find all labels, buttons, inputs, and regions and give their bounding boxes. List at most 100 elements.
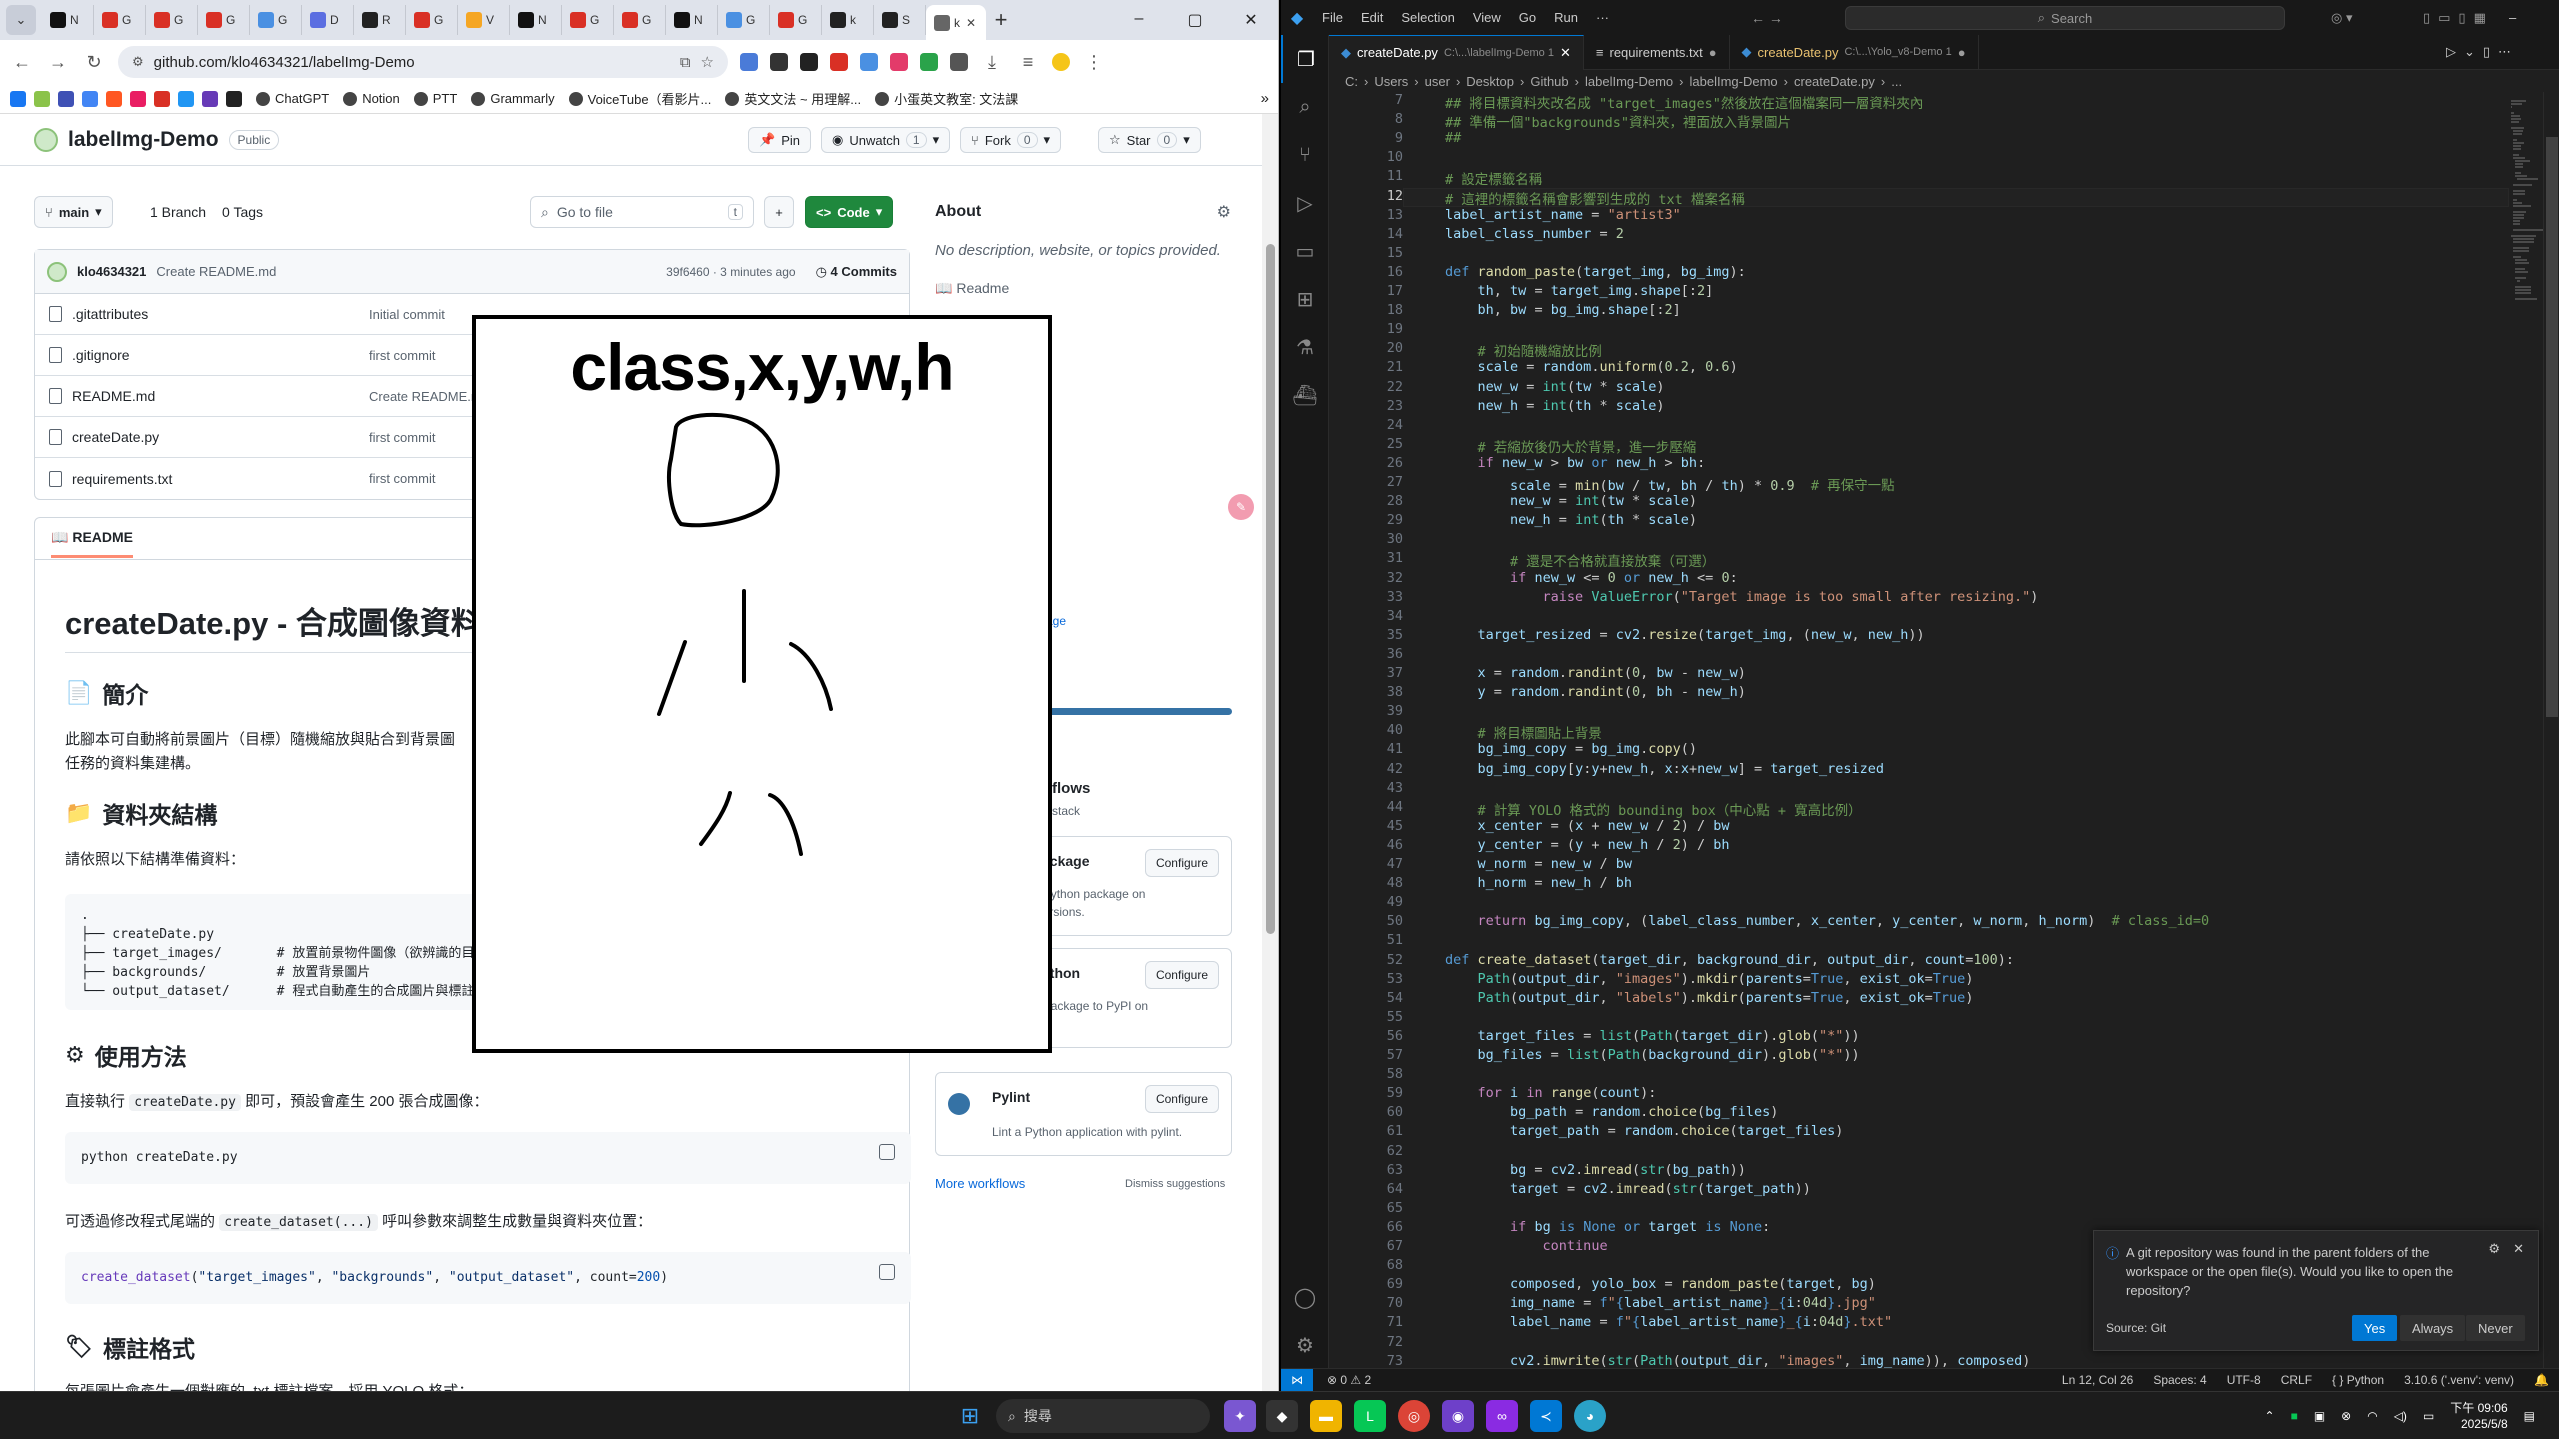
code-line[interactable]: x_center = (x + new_w / 2) / bw <box>1445 818 1730 834</box>
code-line[interactable]: bg_img_copy[y:y+new_h, x:x+new_w] = targ… <box>1445 761 1885 777</box>
breadcrumb-item[interactable]: Desktop <box>1466 74 1514 89</box>
star-button[interactable]: ☆ Star 0 ▾ <box>1098 127 1201 153</box>
tab-8[interactable]: V <box>458 5 510 35</box>
unwatch-button[interactable]: ◉ Unwatch 1 ▾ <box>821 127 951 153</box>
go-to-file-input[interactable]: ⌕ Go to file t <box>530 196 754 228</box>
file-commit-message[interactable]: Initial commit <box>369 307 445 322</box>
minimize-button[interactable]: – <box>2509 10 2516 25</box>
file-name[interactable]: requirements.txt <box>72 471 172 487</box>
vscode-taskbar-icon[interactable]: ≺ <box>1530 1400 1562 1432</box>
layout-icons[interactable]: ▯▭▯▦ <box>2423 10 2494 26</box>
code-line[interactable]: if bg is None or target is None: <box>1445 1219 1770 1235</box>
copilot-taskbar-icon[interactable]: ✦ <box>1224 1400 1256 1432</box>
breadcrumb-item[interactable]: Github <box>1530 74 1568 89</box>
menu-item[interactable]: View <box>1473 10 1501 25</box>
repo-name[interactable]: labelImg-Demo <box>68 128 219 152</box>
minimize-button[interactable]: – <box>1111 10 1167 30</box>
file-commit-message[interactable]: first commit <box>369 348 435 363</box>
tab-7[interactable]: G <box>406 5 458 35</box>
code-line[interactable]: # 計算 YOLO 格式的 bounding box（中心點 + 寬高比例） <box>1445 799 1862 819</box>
tab-12[interactable]: N <box>666 5 718 35</box>
tab-5[interactable]: D <box>302 5 354 35</box>
code-line[interactable]: y = random.randint(0, bh - new_h) <box>1445 684 1746 700</box>
code-line[interactable]: new_w = int(tw * scale) <box>1445 379 1665 395</box>
install-icon[interactable]: ⧉ <box>680 54 691 71</box>
code-line[interactable]: return bg_img_copy, (label_class_number,… <box>1445 913 2210 929</box>
tab-0[interactable]: N <box>42 5 94 35</box>
breadcrumb-item[interactable]: user <box>1425 74 1450 89</box>
tags-link[interactable]: 0 Tags <box>222 204 263 220</box>
code-line[interactable]: label_class_number = 2 <box>1445 226 1624 242</box>
docker-icon[interactable]: ⛴ <box>1281 371 1329 419</box>
code-line[interactable]: if new_w > bw or new_h > bh: <box>1445 455 1706 471</box>
code-line[interactable]: y_center = (y + new_h / 2) / bh <box>1445 837 1730 853</box>
code-line[interactable]: new_h = int(th * scale) <box>1445 512 1697 528</box>
command-center-search[interactable]: ⌕ Search <box>1845 6 2285 30</box>
tray-app3-icon[interactable]: ⊗ <box>2341 1409 2351 1423</box>
chrome-taskbar-icon[interactable]: ◎ <box>1398 1400 1430 1432</box>
code-line[interactable]: target_files = list(Path(target_dir).glo… <box>1445 1028 1860 1044</box>
code-line[interactable]: th, tw = target_img.shape[:2] <box>1445 283 1714 299</box>
editor-tab[interactable]: ≡ requirements.txt ● <box>1584 34 1730 70</box>
download-icon[interactable]: ⤓ <box>980 52 1004 73</box>
cursor-position[interactable]: Ln 12, Col 26 <box>2062 1373 2133 1387</box>
file-explorer-taskbar-icon[interactable]: ▬ <box>1310 1400 1342 1432</box>
branch-selector[interactable]: ⑂ main ▾ <box>34 196 113 228</box>
editor-tab[interactable]: ◆ createDate.py C:\...\Yolo_v8-Demo 1 ● <box>1730 34 1979 70</box>
file-commit-message[interactable]: first commit <box>369 430 435 445</box>
youtube-extension-icon[interactable] <box>830 53 848 71</box>
code-line[interactable]: # 將目標圖貼上背景 <box>1445 722 1602 742</box>
file-commit-message[interactable]: first commit <box>369 471 435 486</box>
yes-button[interactable]: Yes <box>2352 1315 2398 1341</box>
tab-search-button[interactable]: ⌄ <box>6 5 36 35</box>
branches-link[interactable]: 1 Branch <box>150 204 206 220</box>
code-line[interactable]: continue <box>1445 1238 1608 1254</box>
breadcrumb-item[interactable]: C: <box>1345 74 1358 89</box>
menu-item[interactable]: Selection <box>1401 10 1454 25</box>
commit-author[interactable]: klo4634321 <box>77 264 146 279</box>
reload-button[interactable]: ↻ <box>82 52 106 73</box>
code-line[interactable]: cv2.imwrite(str(Path(output_dir, "images… <box>1445 1353 2030 1369</box>
menu-item[interactable]: Go <box>1519 10 1536 25</box>
code-line[interactable]: ## 將目標資料夾改名成 "target_images"然後放在這個檔案同一層資… <box>1445 92 1923 112</box>
code-line[interactable]: target_path = random.choice(target_files… <box>1445 1123 1843 1139</box>
bookmark-icon[interactable] <box>106 90 122 107</box>
repo-owner-avatar[interactable] <box>34 128 58 152</box>
testing-icon[interactable]: ⚗ <box>1281 323 1329 371</box>
notification-settings-icon[interactable]: ⚙ <box>2488 1241 2500 1257</box>
nav-arrows[interactable]: ← → <box>1751 10 1783 26</box>
tab-1[interactable]: G <box>94 5 146 35</box>
code-line[interactable]: # 這裡的標籤名稱會影響到生成的 txt 檔案名稱 <box>1445 188 1745 208</box>
code-line[interactable]: bg_files = list(Path(background_dir).glo… <box>1445 1047 1860 1063</box>
translate-bubble-icon[interactable]: ✎ <box>1228 494 1254 520</box>
volume-icon[interactable]: ◁) <box>2394 1409 2407 1423</box>
bookmark-icon[interactable] <box>202 90 218 107</box>
source-control-icon[interactable]: ⑂ <box>1281 131 1329 179</box>
code-line[interactable]: h_norm = new_h / bh <box>1445 875 1632 891</box>
tab-15[interactable]: k <box>822 5 874 35</box>
code-line[interactable]: if new_w <= 0 or new_h <= 0: <box>1445 570 1738 586</box>
editor-scrollbar-thumb[interactable] <box>2546 137 2558 717</box>
tab-3[interactable]: G <box>198 5 250 35</box>
tab-9[interactable]: N <box>510 5 562 35</box>
green-extension-icon[interactable] <box>920 53 938 71</box>
notification-center-icon[interactable]: ▤ <box>2524 1409 2535 1423</box>
wifi-icon[interactable]: ◠ <box>2367 1409 2377 1423</box>
code-line[interactable]: bg = cv2.imread(str(bg_path)) <box>1445 1162 1746 1178</box>
bell-icon[interactable]: 🔔 <box>2534 1373 2549 1387</box>
bookmark-star-icon[interactable]: ☆ <box>701 53 714 71</box>
breadcrumb-item[interactable]: ... <box>1891 74 1902 89</box>
commit-message[interactable]: Create README.md <box>156 264 276 279</box>
bookmark-item[interactable]: ChatGPT <box>256 89 329 108</box>
editor-scrollbar[interactable] <box>2543 92 2559 1368</box>
menu-item[interactable]: ··· <box>1596 10 1609 25</box>
github-bookmark-icon[interactable] <box>226 90 242 107</box>
code-line[interactable]: label_artist_name = "artist3" <box>1445 207 1681 223</box>
back-button[interactable]: ← <box>10 52 34 73</box>
translate-extension-icon[interactable] <box>740 53 758 71</box>
notion-extension-icon[interactable] <box>770 53 788 71</box>
menu-item[interactable]: Edit <box>1361 10 1383 25</box>
profile-avatar[interactable] <box>1052 53 1070 71</box>
bookmark-icon[interactable] <box>178 90 194 107</box>
forward-button[interactable]: → <box>46 52 70 73</box>
